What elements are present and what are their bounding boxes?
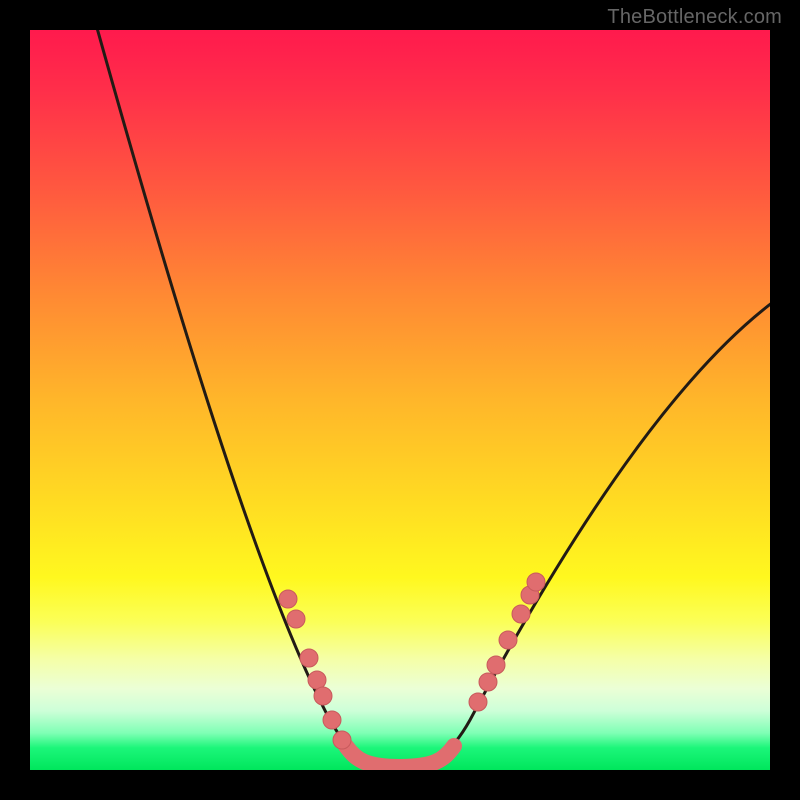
marker-left-2 xyxy=(300,649,318,667)
markers-right xyxy=(469,573,545,711)
chart-stage: TheBottleneck.com xyxy=(0,0,800,800)
marker-right-2 xyxy=(487,656,505,674)
marker-left-3 xyxy=(308,671,326,689)
optimal-band xyxy=(346,746,454,767)
watermark-text: TheBottleneck.com xyxy=(607,6,782,29)
marker-right-3 xyxy=(499,631,517,649)
marker-left-0 xyxy=(279,590,297,608)
marker-left-6 xyxy=(333,731,351,749)
marker-left-4 xyxy=(314,687,332,705)
marker-right-6 xyxy=(527,573,545,591)
marker-right-4 xyxy=(512,605,530,623)
marker-left-5 xyxy=(323,711,341,729)
plot-area xyxy=(30,30,770,770)
curve-overlay xyxy=(30,30,770,770)
marker-right-1 xyxy=(479,673,497,691)
marker-left-1 xyxy=(287,610,305,628)
markers-left xyxy=(279,590,351,749)
bottleneck-curve xyxy=(92,30,770,768)
marker-right-0 xyxy=(469,693,487,711)
